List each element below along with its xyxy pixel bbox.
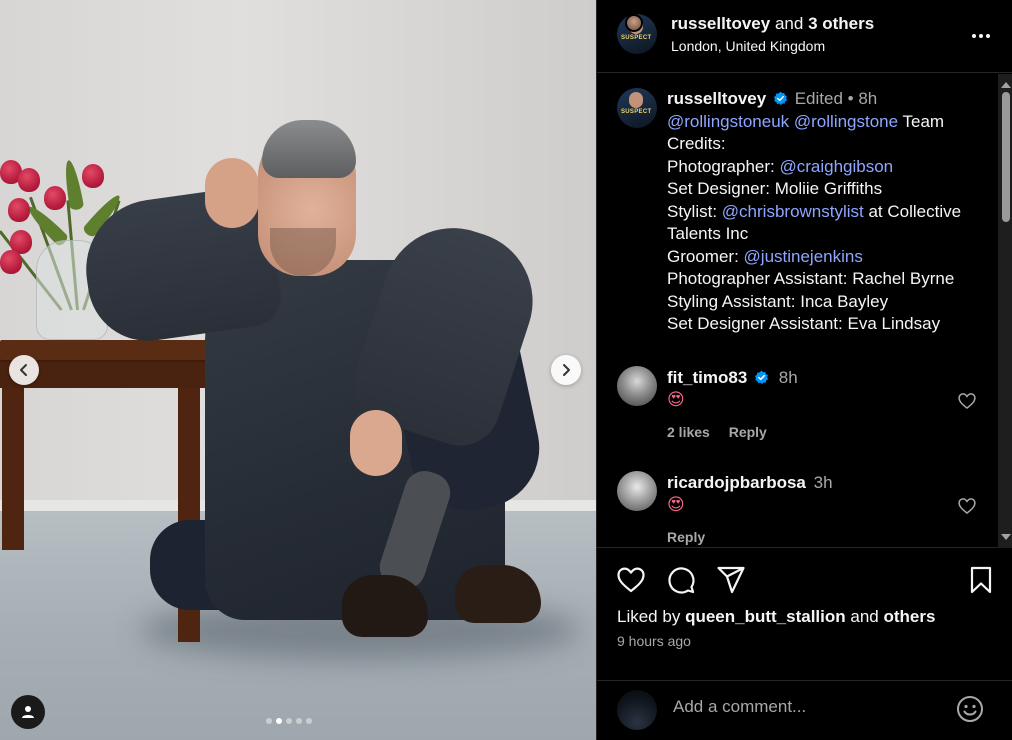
bookmark-icon[interactable] <box>965 564 997 596</box>
liked-by-others[interactable]: others <box>883 607 935 626</box>
post-caption: russelltovey Edited • 8h @rollingstoneuk… <box>667 88 979 336</box>
comment-like-heart-icon[interactable] <box>957 496 977 516</box>
comments-list[interactable]: SUSPECT russelltovey Edited • 8h @rollin… <box>597 74 999 548</box>
comment-bubble-icon[interactable] <box>665 564 697 596</box>
commenter-avatar[interactable] <box>617 366 657 406</box>
user-tag-icon <box>22 706 34 718</box>
carousel-dot <box>286 718 292 724</box>
post-header: SUSPECT russelltovey and 3 others London… <box>597 0 1012 73</box>
caption-username[interactable]: russelltovey <box>667 89 766 108</box>
liked-by-prefix: Liked by <box>617 607 681 626</box>
mention-link[interactable]: @craighgibson <box>779 157 893 176</box>
add-comment-row <box>597 680 1012 740</box>
smiley-icon[interactable] <box>955 694 985 724</box>
collaborator-avatar[interactable] <box>625 14 643 32</box>
scroll-up-arrow-icon[interactable] <box>1001 82 1011 88</box>
carousel-prev-button[interactable] <box>9 355 39 385</box>
scrollbar-thumb[interactable] <box>1002 92 1010 222</box>
caption-line: Photographer Assistant: Rachel Byrne <box>667 268 979 291</box>
post-location[interactable]: London, United Kingdom <box>671 38 825 54</box>
comment-text: 😍 <box>667 495 685 515</box>
caption-line: Groomer: @justinejenkins <box>667 246 979 269</box>
caption-avatar[interactable]: SUSPECT <box>617 88 657 128</box>
reply-button[interactable]: Reply <box>667 529 705 545</box>
caption-text: Styling Assistant: Inca Bayley <box>667 291 889 311</box>
verified-badge-icon <box>774 91 788 105</box>
carousel-dot <box>266 718 272 724</box>
caption-line: Stylist: @chrisbrownstylist at Collectiv… <box>667 201 979 246</box>
mention-link[interactable]: @rollingstone <box>794 112 898 131</box>
carousel-indicator <box>266 718 312 724</box>
current-user-avatar[interactable] <box>617 690 657 730</box>
caption-text: Stylist: <box>667 201 722 221</box>
verified-badge-icon <box>755 370 769 384</box>
commenter-username[interactable]: ricardojpbarbosa <box>667 473 806 492</box>
caption-text: Photographer: <box>667 156 780 176</box>
post-author-line[interactable]: russelltovey and 3 others <box>671 14 874 34</box>
comments-scrollbar[interactable] <box>998 74 1012 548</box>
caption-text: Photographer Assistant: Rachel Byrne <box>667 269 955 288</box>
heart-icon[interactable] <box>615 564 647 596</box>
commenter-avatar[interactable] <box>617 471 657 511</box>
author-username[interactable]: russelltovey <box>671 14 770 33</box>
comment-time[interactable]: 3h <box>814 473 833 492</box>
caption-line: Set Designer Assistant: Eva Lindsay <box>667 313 979 336</box>
caption-text: Set Designer: Moliie Griffiths <box>667 179 883 198</box>
reply-button[interactable]: Reply <box>729 424 767 440</box>
caption-line: Styling Assistant: Inca Bayley <box>667 291 979 314</box>
post-details-panel: SUSPECT russelltovey and 3 others London… <box>596 0 1012 740</box>
avatar-poster-art: SUSPECT <box>621 35 652 41</box>
edited-label: Edited <box>794 89 843 108</box>
comment-likes-count[interactable]: 2 likes <box>667 424 710 440</box>
tagged-users-button[interactable] <box>11 695 45 729</box>
chevron-right-icon <box>563 364 570 376</box>
avatar-poster-art: SUSPECT <box>621 109 652 115</box>
comment-actions: 2 likes Reply <box>667 424 782 440</box>
liked-by-middle: and <box>850 607 879 626</box>
caption-text: Groomer: <box>667 246 744 266</box>
paper-plane-icon[interactable] <box>715 564 747 596</box>
carousel-next-button[interactable] <box>551 355 581 385</box>
add-comment-input[interactable] <box>673 697 943 717</box>
comment-time[interactable]: 8h <box>779 368 798 387</box>
liked-by-user[interactable]: queen_butt_stallion <box>685 607 846 626</box>
and-text: and <box>774 14 804 33</box>
chevron-left-icon <box>20 364 27 376</box>
mention-link[interactable]: @chrisbrownstylist <box>722 202 864 221</box>
post-actions-bar <box>597 560 1012 600</box>
mention-link[interactable]: @rollingstoneuk <box>667 112 789 131</box>
caption-time[interactable]: 8h <box>858 89 877 108</box>
more-options-button[interactable] <box>969 24 993 48</box>
post-timestamp[interactable]: 9 hours ago <box>617 633 691 649</box>
comment-header: ricardojpbarbosa 3h <box>667 473 833 493</box>
post-media[interactable] <box>0 0 596 740</box>
carousel-dot <box>276 718 282 724</box>
mention-link[interactable]: @justinejenkins <box>744 247 863 266</box>
caption-text: Set Designer Assistant: Eva Lindsay <box>667 314 941 333</box>
caption-separator: • <box>847 89 854 108</box>
commenter-username[interactable]: fit_timo83 <box>667 368 747 387</box>
liked-by-line: Liked by queen_butt_stallion and others <box>617 607 935 627</box>
scroll-down-arrow-icon[interactable] <box>1001 534 1011 540</box>
carousel-dot <box>296 718 302 724</box>
caption-line: Photographer: @craighgibson <box>667 156 979 179</box>
comment-text: 😍 <box>667 390 685 410</box>
carousel-dot <box>306 718 312 724</box>
caption-line: @rollingstoneuk @rollingstone Team Credi… <box>667 111 979 156</box>
more-horizontal-icon <box>972 34 990 38</box>
caption-line: Set Designer: Moliie Griffiths <box>667 178 979 201</box>
comment-like-heart-icon[interactable] <box>957 391 977 411</box>
comment-header: fit_timo83 8h <box>667 368 798 388</box>
collaborators-link[interactable]: 3 others <box>808 14 874 33</box>
comment-actions: Reply <box>667 529 720 545</box>
